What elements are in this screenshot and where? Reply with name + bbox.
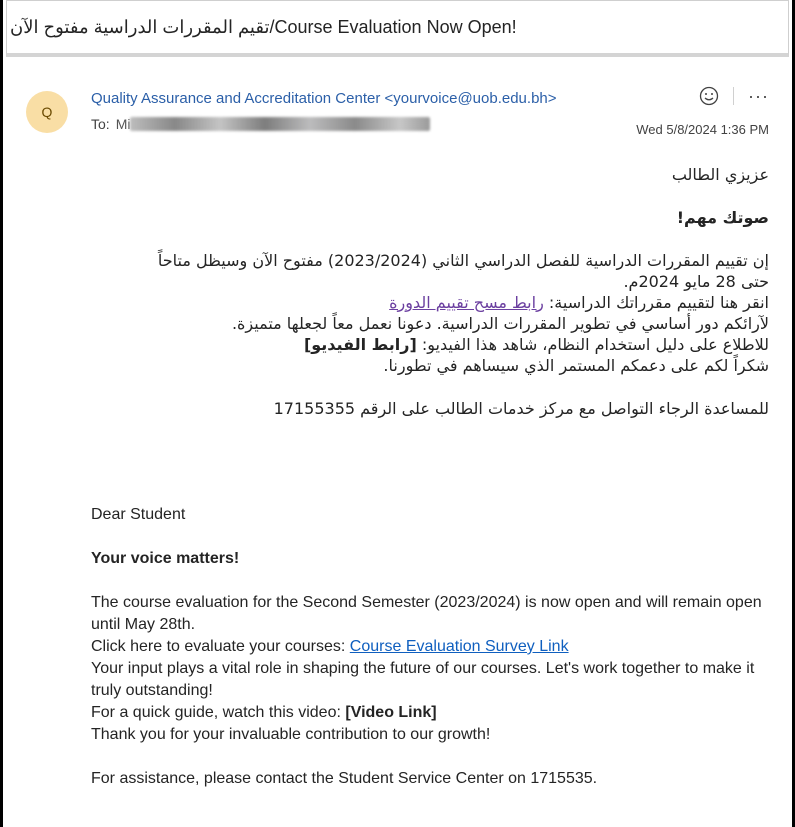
more-actions-icon[interactable]: ··· [748, 87, 769, 105]
emoji-reaction-icon[interactable] [699, 86, 719, 106]
arabic-thanks: شكراً لكم على دعمكم المستمر الذي سيساهم … [383, 356, 769, 375]
sender-name[interactable]: Quality Assurance and Accreditation Cent… [91, 90, 557, 107]
english-heading: Your voice matters! [91, 550, 240, 567]
english-click-prefix: Click here to evaluate your courses: [91, 638, 350, 655]
to-label: To: [91, 116, 110, 132]
arabic-heading: صوتك مهم! [676, 208, 769, 227]
email-reading-pane: تقيم المقررات الدراسية مفتوح الآن/Course… [0, 0, 795, 827]
arabic-video-link: [رابط الفيديو] [303, 335, 417, 354]
arabic-p1-line2: حتى 28 مايو 2024م. [623, 272, 769, 291]
recipient-redacted [130, 117, 431, 131]
arabic-body: عزيزي الطالب صوتك مهم! إن تقييم المقررات… [91, 164, 769, 419]
english-click-line: Click here to evaluate your courses: Cou… [91, 636, 769, 658]
arabic-p1-line1: إن تقييم المقررات الدراسية للفصل الدراسي… [157, 251, 769, 270]
divider [733, 87, 735, 105]
english-guide-line: For a quick guide, watch this video: [Vi… [91, 702, 769, 724]
arabic-role-line: لآرائكم دور أساسي في تطوير المقررات الدر… [231, 314, 769, 333]
avatar-initial: Q [41, 104, 53, 120]
arabic-click-prefix: انقر هنا لتقييم مقرراتك الدراسية: [543, 293, 769, 312]
english-video-link: [Video Link] [345, 704, 437, 721]
english-input-line: Your input plays a vital role in shaping… [91, 660, 755, 699]
arabic-assistance: للمساعدة الرجاء التواصل مع مركز خدمات ال… [273, 399, 769, 418]
arabic-guide-line: للاطلاع على دليل استخدام النظام، شاهد هذ… [91, 334, 769, 355]
english-survey-link[interactable]: Course Evaluation Survey Link [350, 638, 569, 655]
recipient-row: To: Mi [91, 116, 431, 132]
recipient-visible-prefix: Mi [115, 116, 131, 132]
english-assistance: For assistance, please contact the Stude… [91, 770, 598, 787]
message-container: Q Quality Assurance and Accreditation Ce… [6, 64, 789, 827]
arabic-guide-prefix: للاطلاع على دليل استخدام النظام، شاهد هذ… [416, 335, 769, 354]
message-actions: ··· [699, 86, 769, 106]
english-guide-prefix: For a quick guide, watch this video: [91, 704, 346, 721]
arabic-greeting: عزيزي الطالب [671, 165, 769, 184]
email-subject: تقيم المقررات الدراسية مفتوح الآن/Course… [10, 16, 517, 37]
english-thanks: Thank you for your invaluable contributi… [91, 726, 491, 743]
arabic-click-line: انقر هنا لتقييم مقرراتك الدراسية: رابط م… [91, 292, 769, 313]
english-body: Dear Student Your voice matters! The cou… [91, 504, 769, 790]
english-p1: The course evaluation for the Second Sem… [91, 594, 762, 633]
subject-bar: تقيم المقررات الدراسية مفتوح الآن/Course… [6, 0, 789, 57]
sender-avatar[interactable]: Q [26, 91, 68, 133]
arabic-survey-link[interactable]: رابط مسح تقييم الدورة [389, 293, 544, 312]
english-greeting: Dear Student [91, 506, 186, 523]
sent-date: Wed 5/8/2024 1:36 PM [636, 122, 769, 137]
